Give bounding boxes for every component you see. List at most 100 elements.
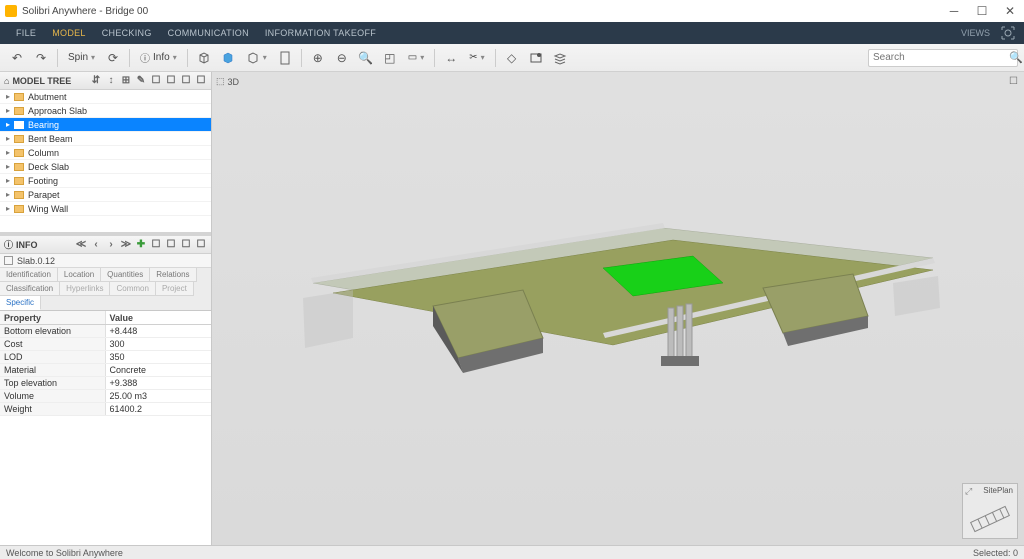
- info-tab-quantities[interactable]: Quantities: [101, 268, 150, 282]
- tree-tool-7[interactable]: ☐: [180, 75, 192, 87]
- search-box[interactable]: 🔍: [868, 49, 1018, 67]
- info-tab-specific[interactable]: Specific: [0, 296, 41, 310]
- status-welcome: Welcome to Solibri Anywhere: [6, 548, 123, 558]
- info-tabs: IdentificationLocationQuantitiesRelation…: [0, 268, 211, 311]
- menubar: FILE MODEL CHECKING COMMUNICATION INFORM…: [0, 22, 1024, 44]
- prop-row[interactable]: LOD350: [0, 351, 211, 364]
- status-selected: Selected: 0: [973, 548, 1018, 558]
- menu-communication[interactable]: COMMUNICATION: [160, 28, 257, 38]
- measure-dropdown[interactable]: ✂▾: [464, 47, 489, 69]
- measure-icon[interactable]: ↔: [440, 47, 462, 69]
- doc-icon[interactable]: [274, 47, 296, 69]
- tree-item-bent-beam[interactable]: ▸Bent Beam: [0, 132, 211, 146]
- window-title: Solibri Anywhere - Bridge 00: [22, 6, 148, 17]
- prop-header-property[interactable]: Property: [0, 311, 106, 324]
- info-element-name: Slab.0.12: [17, 256, 55, 266]
- info-tab-identification[interactable]: Identification: [0, 268, 58, 282]
- info-nav-last[interactable]: ≫: [120, 239, 132, 251]
- info-tool-3[interactable]: ☐: [165, 239, 177, 251]
- menu-model[interactable]: MODEL: [44, 28, 94, 38]
- info-tab-hyperlinks[interactable]: Hyperlinks: [60, 282, 110, 296]
- model-tree-title-icon: ⌂: [4, 76, 9, 86]
- model-tree[interactable]: ▸Abutment▸Approach Slab▸Bearing▸Bent Bea…: [0, 90, 211, 216]
- bridge-3d-model[interactable]: [293, 188, 943, 408]
- info-tab-classification[interactable]: Classification: [0, 282, 60, 296]
- tree-item-deck-slab[interactable]: ▸Deck Slab: [0, 160, 211, 174]
- prop-row[interactable]: Volume25.00 m3: [0, 390, 211, 403]
- info-header: ⓘ INFO ≪ ‹ › ≫ ✚ ☐ ☐ ☐ ☐: [0, 236, 211, 254]
- search-input[interactable]: [873, 52, 1005, 63]
- zoom-fit-icon[interactable]: 🔍: [355, 47, 377, 69]
- tree-item-abutment[interactable]: ▸Abutment: [0, 90, 211, 104]
- siteplan-label: SitePlan: [983, 486, 1013, 495]
- info-element-row: Slab.0.12: [0, 254, 211, 268]
- model-tree-header: ⌂ MODEL TREE ⇵ ↕ ⊞ ✎ ☐ ☐ ☐ ☐: [0, 72, 211, 90]
- info-tool-2[interactable]: ☐: [150, 239, 162, 251]
- siteplan-pin-icon[interactable]: ⤢: [965, 486, 972, 497]
- section-icon[interactable]: ◇: [501, 47, 523, 69]
- info-tab-common[interactable]: Common: [110, 282, 155, 296]
- tree-item-wing-wall[interactable]: ▸Wing Wall: [0, 202, 211, 216]
- map-marker-icon[interactable]: [525, 47, 547, 69]
- tree-tool-4[interactable]: ✎: [135, 75, 147, 87]
- prop-header-value[interactable]: Value: [106, 311, 212, 324]
- info-nav-next[interactable]: ›: [105, 239, 117, 251]
- views-label[interactable]: VIEWS: [957, 28, 994, 38]
- tree-tool-8[interactable]: ☐: [195, 75, 207, 87]
- close-window-button[interactable]: ✕: [996, 4, 1024, 18]
- info-title: INFO: [16, 240, 38, 250]
- info-tab-relations[interactable]: Relations: [150, 268, 196, 282]
- tree-tool-5[interactable]: ☐: [150, 75, 162, 87]
- siteplan-widget[interactable]: ⤢ SitePlan: [962, 483, 1018, 539]
- tree-item-parapet[interactable]: ▸Parapet: [0, 188, 211, 202]
- info-tool-1[interactable]: ✚: [135, 239, 147, 251]
- prop-row[interactable]: Weight61400.2: [0, 403, 211, 416]
- spin-dropdown[interactable]: Spin▾: [63, 47, 100, 69]
- menu-information-takeoff[interactable]: INFORMATION TAKEOFF: [257, 28, 384, 38]
- prop-row[interactable]: Cost300: [0, 338, 211, 351]
- viewport-3d[interactable]: ⬚3D ☐ ⤢: [212, 72, 1024, 545]
- zoom-in-icon[interactable]: ⊕: [307, 47, 329, 69]
- model-tree-title: MODEL TREE: [12, 76, 71, 86]
- undo-button[interactable]: ↶: [6, 47, 28, 69]
- cube-solid-icon[interactable]: [217, 47, 239, 69]
- layers-icon[interactable]: [549, 47, 571, 69]
- tree-tool-6[interactable]: ☐: [165, 75, 177, 87]
- info-nav-prev[interactable]: ‹: [90, 239, 102, 251]
- tree-tool-3[interactable]: ⊞: [120, 75, 132, 87]
- tree-tool-1[interactable]: ⇵: [90, 75, 102, 87]
- refresh-icon[interactable]: ⟳: [102, 47, 124, 69]
- cube-dropdown[interactable]: ▾: [241, 47, 272, 69]
- minimize-button[interactable]: ─: [940, 4, 968, 18]
- info-tool-5[interactable]: ☐: [195, 239, 207, 251]
- zoom-window-icon[interactable]: ◰: [379, 47, 401, 69]
- info-tool-4[interactable]: ☐: [180, 239, 192, 251]
- prop-row[interactable]: Bottom elevation+8.448: [0, 325, 211, 338]
- viewport-close-icon[interactable]: ☐: [1009, 76, 1018, 87]
- search-icon[interactable]: 🔍: [1009, 51, 1023, 64]
- maximize-button[interactable]: ☐: [968, 4, 996, 18]
- tree-item-column[interactable]: ▸Column: [0, 146, 211, 160]
- status-bar: Welcome to Solibri Anywhere Selected: 0: [0, 545, 1024, 559]
- tree-tool-2[interactable]: ↕: [105, 75, 117, 87]
- view-dropdown[interactable]: ▭▾: [403, 47, 429, 69]
- focus-mode-icon[interactable]: [1000, 25, 1016, 41]
- menu-checking[interactable]: CHECKING: [94, 28, 160, 38]
- element-icon: [4, 256, 13, 265]
- sidebar: ⌂ MODEL TREE ⇵ ↕ ⊞ ✎ ☐ ☐ ☐ ☐ ▸Abutment▸A…: [0, 72, 212, 545]
- info-nav-first[interactable]: ≪: [75, 239, 87, 251]
- prop-row[interactable]: MaterialConcrete: [0, 364, 211, 377]
- menu-file[interactable]: FILE: [8, 28, 44, 38]
- info-dropdown[interactable]: ⓘ Info▾: [135, 47, 182, 69]
- tree-item-approach-slab[interactable]: ▸Approach Slab: [0, 104, 211, 118]
- viewport-label: ⬚3D: [216, 76, 239, 87]
- info-tab-project[interactable]: Project: [156, 282, 194, 296]
- info-tab-location[interactable]: Location: [58, 268, 101, 282]
- redo-button[interactable]: ↷: [30, 47, 52, 69]
- tree-item-bearing[interactable]: ▸Bearing: [0, 118, 211, 132]
- zoom-out-icon[interactable]: ⊖: [331, 47, 353, 69]
- prop-row[interactable]: Top elevation+9.388: [0, 377, 211, 390]
- cube-wire-icon[interactable]: [193, 47, 215, 69]
- tree-item-footing[interactable]: ▸Footing: [0, 174, 211, 188]
- titlebar: Solibri Anywhere - Bridge 00 ─ ☐ ✕: [0, 0, 1024, 22]
